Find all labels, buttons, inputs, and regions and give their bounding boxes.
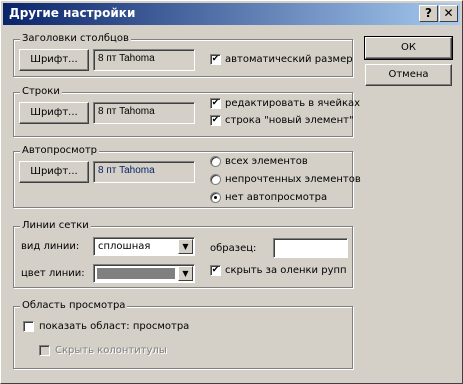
hide-blank-checkbox[interactable]: ✔ bbox=[210, 265, 221, 276]
rows-font-display: 8 пт Tahoma bbox=[93, 102, 195, 124]
radio-no-autopreview[interactable] bbox=[210, 192, 221, 203]
hide-header-checkbox[interactable] bbox=[39, 345, 50, 356]
new-item-row-checkbox[interactable]: ✔ bbox=[210, 115, 221, 126]
rows-font-button[interactable]: Шрифт... bbox=[19, 102, 89, 124]
group-title: Строки bbox=[20, 86, 62, 97]
reading-pane-group: Область просмотра bbox=[13, 300, 353, 369]
line-style-value: сплошная bbox=[98, 241, 151, 252]
title-bar[interactable]: Другие настройки ? ✕ bbox=[3, 3, 460, 25]
edit-in-cells-label: редактировать в ячейках bbox=[225, 98, 361, 109]
radio-unread-items-label: непрочтенных элементов bbox=[225, 174, 361, 185]
group-title: Линии сетки bbox=[20, 220, 91, 231]
gridline-sample-box bbox=[273, 238, 348, 258]
help-button[interactable]: ? bbox=[419, 5, 438, 22]
dialog-title: Другие настройки bbox=[9, 6, 136, 20]
columns-font-display: 8 пт Tahoma bbox=[93, 49, 195, 71]
radio-selected-dot bbox=[214, 196, 217, 199]
radio-no-autopreview-label: нет автопросмотра bbox=[225, 192, 328, 203]
sample-label: образец: bbox=[210, 243, 257, 254]
autopreview-font-display: 8 пт Tahoma bbox=[93, 161, 195, 183]
ok-button[interactable]: ОК bbox=[364, 36, 453, 60]
close-button[interactable]: ✕ bbox=[439, 5, 458, 22]
group-title: Заголовки столбцов bbox=[20, 33, 131, 44]
chevron-down-icon[interactable]: ▼ bbox=[178, 239, 193, 254]
radio-all-items[interactable] bbox=[210, 156, 221, 167]
group-title: Автопросмотр bbox=[20, 145, 100, 156]
edit-in-cells-checkbox[interactable]: ✔ bbox=[210, 98, 221, 109]
radio-unread-items[interactable] bbox=[210, 174, 221, 185]
line-color-swatch bbox=[97, 268, 175, 279]
line-style-dropdown[interactable]: сплошная ▼ bbox=[93, 237, 195, 256]
dialog-window: Другие настройки ? ✕ ОК Отмена Заголовки… bbox=[0, 0, 463, 384]
show-reading-pane-label: показать област: просмотра bbox=[39, 321, 190, 332]
hide-blank-label: скрыть за оленки рупп bbox=[225, 265, 347, 276]
hide-header-label: Скрыть колонтитулы bbox=[55, 345, 167, 356]
autosize-checkbox[interactable]: ✔ bbox=[210, 54, 221, 65]
line-style-label: вид линии: bbox=[21, 241, 80, 252]
chevron-down-icon[interactable]: ▼ bbox=[178, 266, 193, 281]
radio-all-items-label: всех элементов bbox=[225, 156, 308, 167]
columns-font-button[interactable]: Шрифт... bbox=[19, 49, 89, 71]
line-color-dropdown[interactable]: ▼ bbox=[93, 264, 195, 283]
autopreview-font-button[interactable]: Шрифт... bbox=[19, 161, 89, 183]
show-reading-pane-checkbox[interactable] bbox=[23, 321, 34, 332]
autosize-label: автоматический размер bbox=[225, 54, 353, 65]
group-title: Область просмотра bbox=[20, 300, 128, 311]
cancel-button[interactable]: Отмена bbox=[365, 64, 452, 86]
new-item-row-label: строка "новый элемент" bbox=[225, 115, 354, 126]
line-color-label: цвет линии: bbox=[21, 268, 85, 279]
